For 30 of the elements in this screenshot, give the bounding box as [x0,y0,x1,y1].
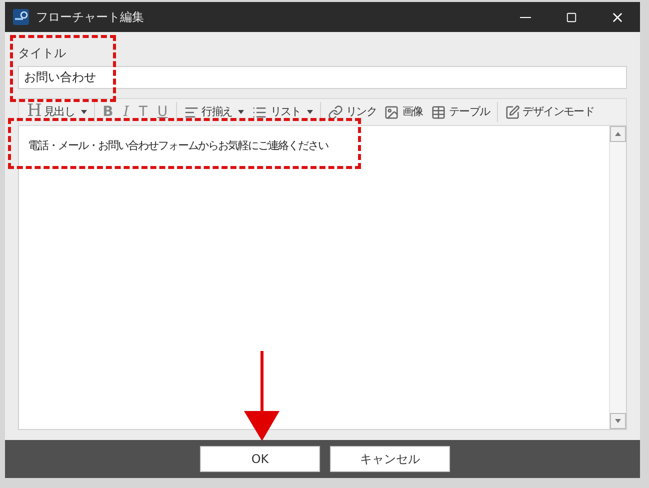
toolbar-button[interactable]: テーブル [426,101,494,123]
dialog-button[interactable]: キャンセル [330,446,450,472]
scroll-down-button[interactable] [610,413,626,429]
scroll-up-button[interactable] [610,126,626,142]
caret-icon [238,110,244,114]
field-label: タイトル [18,45,67,62]
down-arrow-icon [615,419,621,423]
maximize-icon [566,12,576,22]
toolbar-button[interactable]: リンク [324,101,380,123]
title-field[interactable]: お問い合わせ [18,66,627,89]
edit-icon [504,104,520,120]
caret-icon [80,110,87,114]
dialog-button[interactable]: OK [200,446,320,472]
up-arrow-icon [615,132,621,136]
editor-text: 電話・メール・お問い合わせフォームからお気軽にご連絡ください [28,138,328,154]
dropdown-button[interactable]: リスト [248,101,317,123]
list-icon [252,104,268,120]
toolbar-button[interactable]: デザインモード [500,101,598,123]
minimize-icon [520,16,530,18]
caret-icon [306,110,313,114]
table-icon [430,104,446,120]
dropdown-button[interactable]: 行揃え [180,101,248,123]
app-logo-icon [13,9,29,25]
window-title: フローチャート編集 [36,9,144,26]
dropdown-button[interactable]: H 見出し [23,101,91,123]
align-left-icon [184,104,199,120]
toolbar-button[interactable]: 画像 [380,101,427,123]
image-icon [384,104,400,120]
heading-glyph: H [27,100,42,124]
link-icon [328,104,343,120]
